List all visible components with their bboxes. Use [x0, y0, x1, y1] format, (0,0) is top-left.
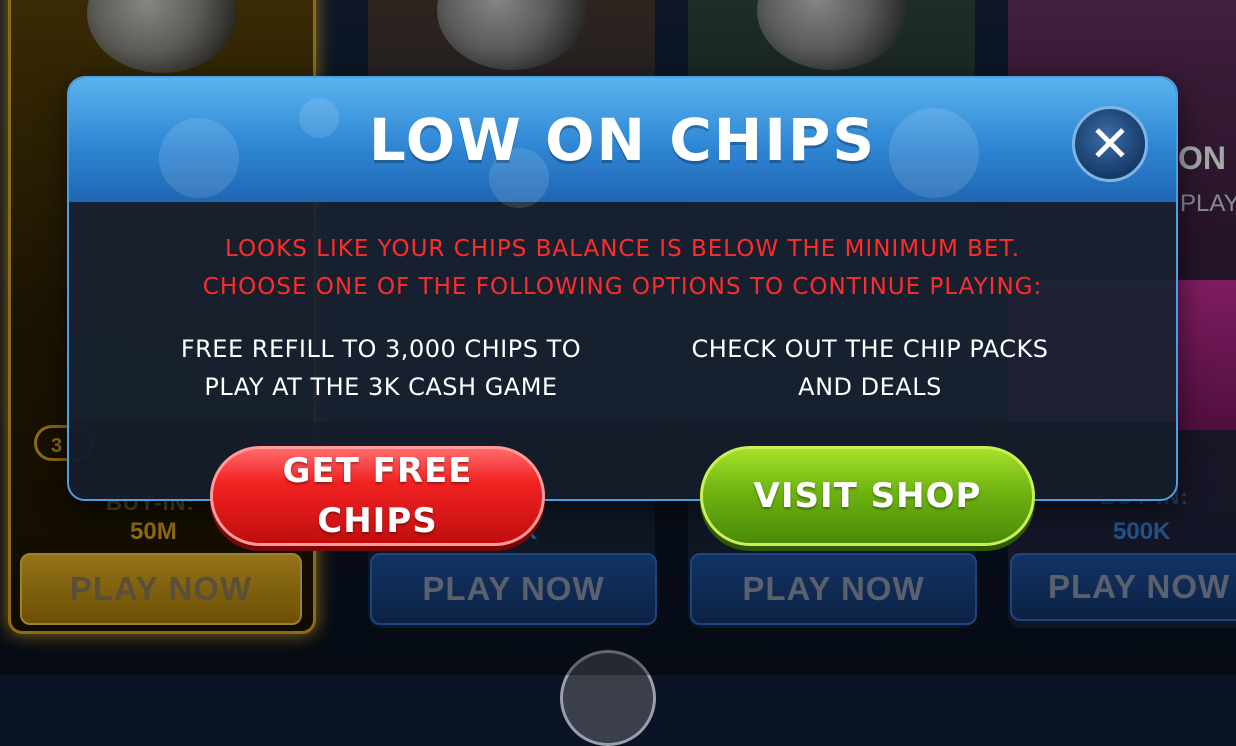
button-label: GET FREE — [282, 451, 473, 491]
button-label: CHIPS — [317, 501, 438, 541]
option-text: PLAY AT THE 3K CASH GAME — [204, 373, 558, 401]
visit-shop-button[interactable]: VISIT SHOP — [700, 446, 1035, 546]
dialog-panel: LOW ON CHIPS ✕ LOOKS LIKE YOUR CHIPS BAL… — [67, 76, 1178, 501]
close-icon: ✕ — [1089, 115, 1131, 173]
option-text: AND DEALS — [798, 373, 942, 401]
shop-description: CHECK OUT THE CHIP PACKS AND DEALS — [635, 330, 1105, 406]
get-free-chips-button[interactable]: GET FREE CHIPS — [210, 446, 545, 546]
close-button[interactable]: ✕ — [1072, 106, 1148, 182]
warning-line: LOOKS LIKE YOUR CHIPS BALANCE IS BELOW T… — [224, 236, 1021, 262]
free-refill-description: FREE REFILL TO 3,000 CHIPS TO PLAY AT TH… — [146, 330, 616, 406]
low-chips-dialog: LOW ON CHIPS ✕ LOOKS LIKE YOUR CHIPS BAL… — [67, 76, 1178, 501]
dialog-title: LOW ON CHIPS — [368, 106, 877, 174]
option-text: FREE REFILL TO 3,000 CHIPS TO — [180, 335, 582, 363]
option-text: CHECK OUT THE CHIP PACKS — [691, 335, 1049, 363]
warning-line: CHOOSE ONE OF THE FOLLOWING OPTIONS TO C… — [202, 274, 1043, 300]
warning-message: LOOKS LIKE YOUR CHIPS BALANCE IS BELOW T… — [69, 230, 1176, 306]
